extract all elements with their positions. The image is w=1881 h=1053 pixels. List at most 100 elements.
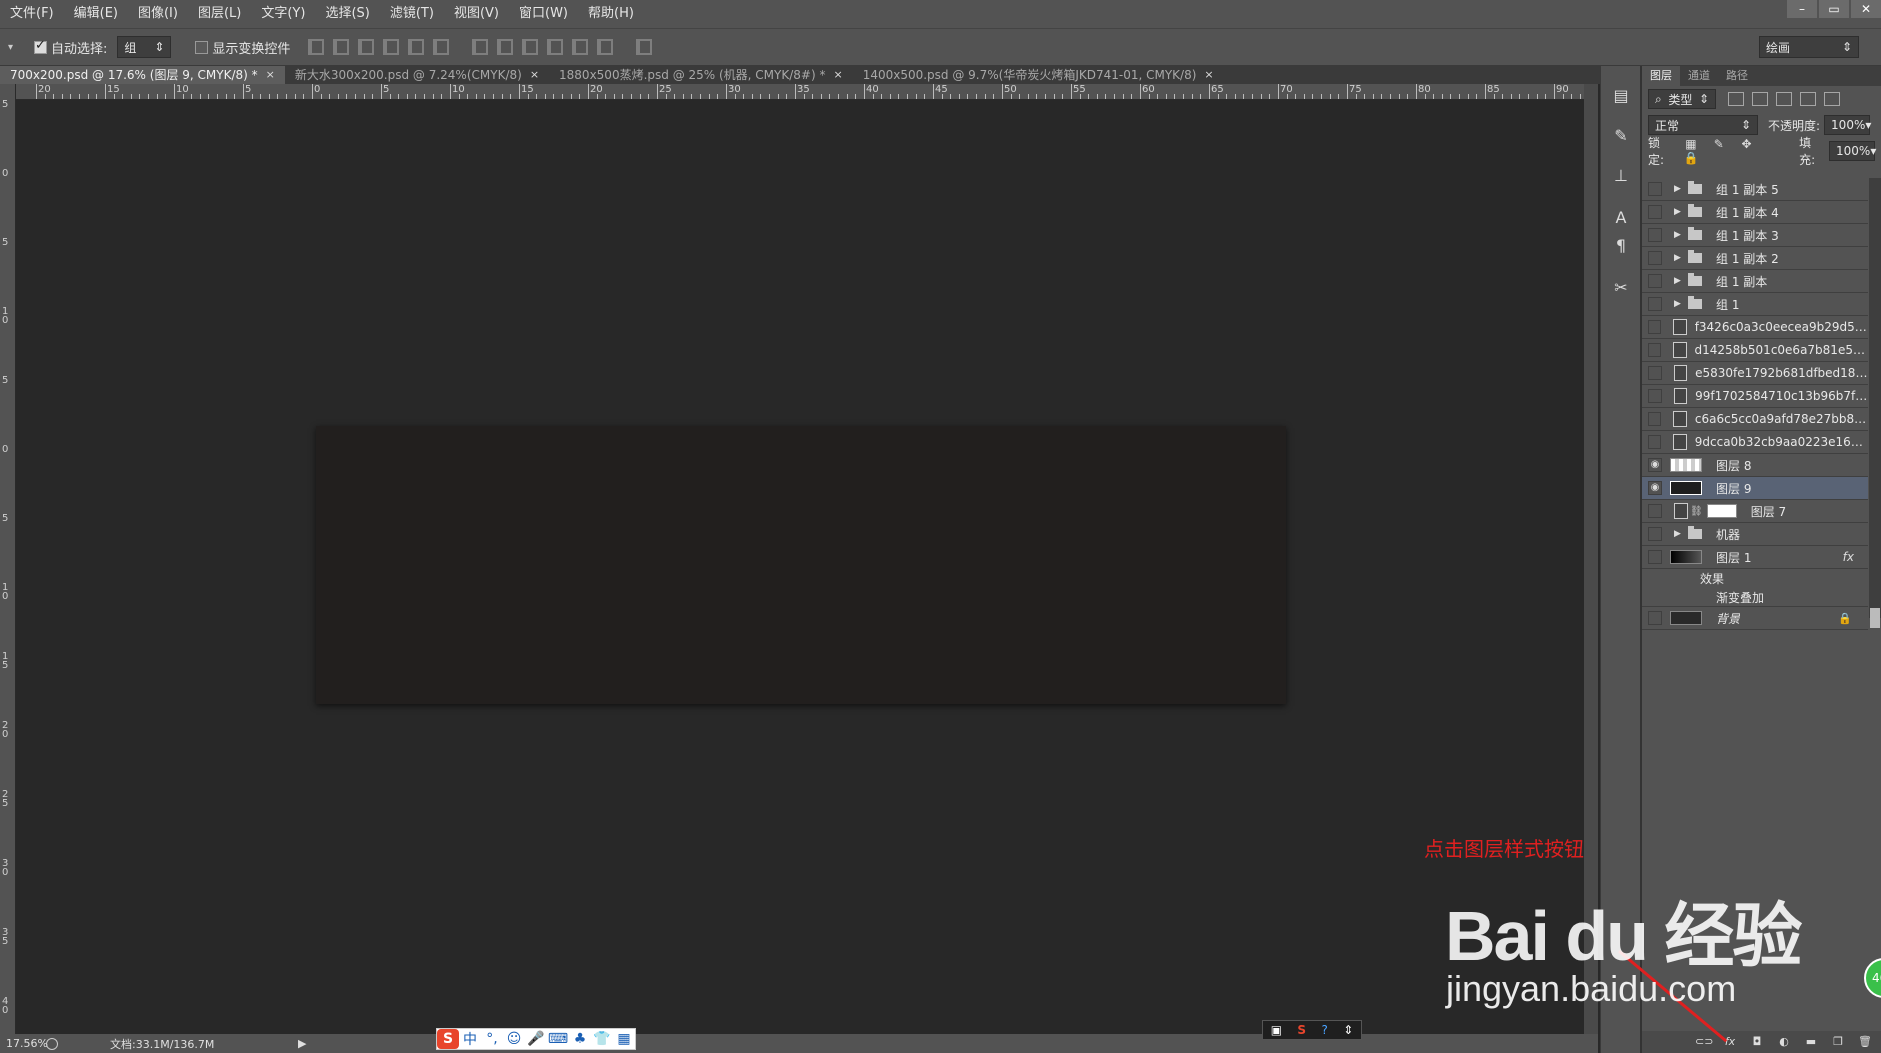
lock-image-icon[interactable]: ✎ [1712, 137, 1726, 151]
tab-channels[interactable]: 通道 [1680, 66, 1718, 86]
visibility-toggle[interactable] [1648, 320, 1662, 334]
distribute-vcenter-icon[interactable] [497, 39, 514, 55]
menu-item-3[interactable]: 图层(L) [188, 0, 251, 28]
new-layer-icon[interactable]: ❐ [1830, 1035, 1846, 1049]
visibility-toggle[interactable] [1648, 389, 1662, 403]
ime-button-5[interactable]: ⌨ [547, 1031, 569, 1047]
visibility-toggle[interactable] [1648, 205, 1662, 219]
horizontal-ruler[interactable]: 20 15 10 5 0 5 10 15 20 25 30 35 40 45 50 55 60 65 70 75 80 8… [16, 84, 1584, 100]
show-transform-checkbox[interactable] [195, 40, 209, 54]
workspace-dropdown[interactable]: 绘画 ⇕ [1759, 36, 1859, 58]
minimize-button[interactable]: – [1787, 0, 1817, 18]
expand-triangle-icon[interactable]: ▶ [1674, 253, 1684, 263]
visibility-toggle[interactable] [1648, 611, 1662, 625]
visibility-toggle[interactable] [1648, 550, 1662, 564]
ime-button-2[interactable]: °, [481, 1031, 503, 1047]
filter-type-icon[interactable] [1776, 92, 1792, 106]
visibility-toggle[interactable] [1648, 366, 1662, 380]
distribute-left-icon[interactable] [547, 39, 564, 55]
expand-triangle-icon[interactable]: ▶ [1674, 299, 1684, 309]
align-hcenter-icon[interactable] [408, 39, 425, 55]
visibility-toggle[interactable] [1648, 504, 1662, 518]
visibility-toggle[interactable] [1648, 412, 1662, 426]
expand-triangle-icon[interactable]: ▶ [1674, 529, 1684, 539]
filter-kind-dropdown[interactable]: ⌕ 类型 ⇕ [1648, 89, 1716, 109]
layer-row[interactable]: 图层 1 fx [1642, 546, 1868, 569]
distribute-hcenter-icon[interactable] [572, 39, 589, 55]
background-layer-row[interactable]: 背景 🔒 [1642, 607, 1868, 630]
paragraph-panel-icon[interactable]: ¶ [1611, 236, 1631, 256]
layer-fx-icon[interactable]: fx [1843, 550, 1854, 564]
ime-button-6[interactable]: ♣ [569, 1031, 591, 1047]
tab-700x200[interactable]: 700x200.psd @ 17.6% (图层 9, CMYK/8) * × [0, 66, 285, 84]
eye-icon[interactable]: ◉ [1648, 481, 1662, 495]
close-icon[interactable]: × [833, 66, 842, 84]
tab-1400x500[interactable]: 1400x500.psd @ 9.7%(华帝炭火烤箱JKD741-01, CMY… [853, 66, 1224, 84]
menu-item-2[interactable]: 图像(I) [128, 0, 188, 28]
lock-all-icon[interactable]: 🔒 [1684, 151, 1699, 165]
status-info-icon[interactable] [46, 1037, 58, 1050]
tab-paths[interactable]: 路径 [1718, 66, 1756, 86]
close-button[interactable]: ✕ [1851, 0, 1881, 18]
trash-icon[interactable]: 🗑 [1857, 1035, 1873, 1049]
layer-row[interactable]: ▶ 组 1 副本 4 [1642, 201, 1868, 224]
ime-button-3[interactable]: ☺ [503, 1031, 525, 1047]
auto-align-icon[interactable] [636, 39, 653, 55]
menu-item-4[interactable]: 文字(Y) [251, 0, 315, 28]
visibility-toggle[interactable] [1648, 251, 1662, 265]
expand-triangle-icon[interactable]: ▶ [1674, 276, 1684, 286]
scroll-thumb[interactable] [1870, 608, 1880, 628]
layer-row[interactable]: e5830fe1792b681dfbed181... [1642, 362, 1868, 385]
layer-row[interactable]: ▶ 组 1 副本 [1642, 270, 1868, 293]
ime-button-0[interactable]: S [437, 1029, 459, 1049]
distribute-bottom-icon[interactable] [522, 39, 539, 55]
tray-expand-icon[interactable]: ⇕ [1343, 1023, 1353, 1037]
align-right-icon[interactable] [433, 39, 450, 55]
adjustment-layer-icon[interactable]: ◐ [1776, 1035, 1792, 1049]
layer-row[interactable]: 9dcca0b32cb9aa0223e1629... [1642, 431, 1868, 454]
ime-button-8[interactable]: ▦ [613, 1031, 635, 1047]
layer-row[interactable]: ▶ 机器 [1642, 523, 1868, 546]
link-layers-icon[interactable]: ⊂⊃ [1695, 1035, 1713, 1049]
menu-item-7[interactable]: 视图(V) [444, 0, 509, 28]
ime-button-4[interactable]: 🎤 [525, 1031, 547, 1047]
close-icon[interactable]: × [530, 66, 539, 84]
layer-row[interactable]: d14258b501c0e6a7b81e570... [1642, 339, 1868, 362]
layer-row[interactable]: ▶ 组 1 [1642, 293, 1868, 316]
effects-label[interactable]: 效果 [1642, 569, 1868, 588]
brush-panel-icon[interactable]: ✎ [1611, 126, 1631, 146]
visibility-toggle[interactable] [1648, 274, 1662, 288]
ime-button-7[interactable]: 👕 [591, 1031, 613, 1047]
layer-row[interactable]: ▶ 组 1 副本 3 [1642, 224, 1868, 247]
tab-300x200[interactable]: 新大水300x200.psd @ 7.24%(CMYK/8) × [285, 66, 549, 84]
restore-button[interactable]: ▭ [1819, 0, 1849, 18]
expand-triangle-icon[interactable]: ▶ [1674, 207, 1684, 217]
align-vcenter-icon[interactable] [333, 39, 350, 55]
distribute-right-icon[interactable] [597, 39, 614, 55]
tool-presets-icon[interactable]: ✂ [1611, 278, 1631, 298]
auto-select-checkbox[interactable] [34, 38, 47, 54]
zoom-level[interactable]: 17.56% [0, 1037, 48, 1050]
visibility-toggle[interactable] [1648, 527, 1662, 541]
auto-select-dropdown[interactable]: 组 ⇕ [117, 36, 172, 58]
character-panel-icon[interactable]: A [1611, 208, 1631, 228]
layer-row[interactable]: ⛓ 图层 7 [1642, 500, 1868, 523]
blend-mode-dropdown[interactable]: 正常 ⇕ [1648, 115, 1758, 135]
align-left-icon[interactable] [383, 39, 400, 55]
visibility-toggle[interactable] [1648, 228, 1662, 242]
vertical-ruler[interactable]: 5 0 5 1 0 5 0 5 1 0 1 5 2 0 2 5 3 0 3 5 4 0 [0, 84, 16, 1034]
layers-scrollbar[interactable] [1869, 178, 1881, 628]
layer-row[interactable]: ▶ 组 1 副本 2 [1642, 247, 1868, 270]
menu-item-6[interactable]: 滤镜(T) [380, 0, 444, 28]
filter-smart-icon[interactable] [1824, 92, 1840, 106]
history-panel-icon[interactable]: ▤ [1611, 86, 1631, 106]
close-icon[interactable]: × [1204, 66, 1213, 84]
expand-triangle-icon[interactable]: ▶ [1674, 230, 1684, 240]
clone-source-icon[interactable]: ⊥ [1611, 166, 1631, 186]
close-icon[interactable]: × [266, 66, 275, 84]
filter-adjustment-icon[interactable] [1752, 92, 1768, 106]
menu-item-8[interactable]: 窗口(W) [509, 0, 578, 28]
canvas-area[interactable] [16, 100, 1582, 1034]
menu-item-0[interactable]: 文件(F) [0, 0, 64, 28]
status-menu-arrow-icon[interactable]: ▶ [298, 1037, 306, 1050]
